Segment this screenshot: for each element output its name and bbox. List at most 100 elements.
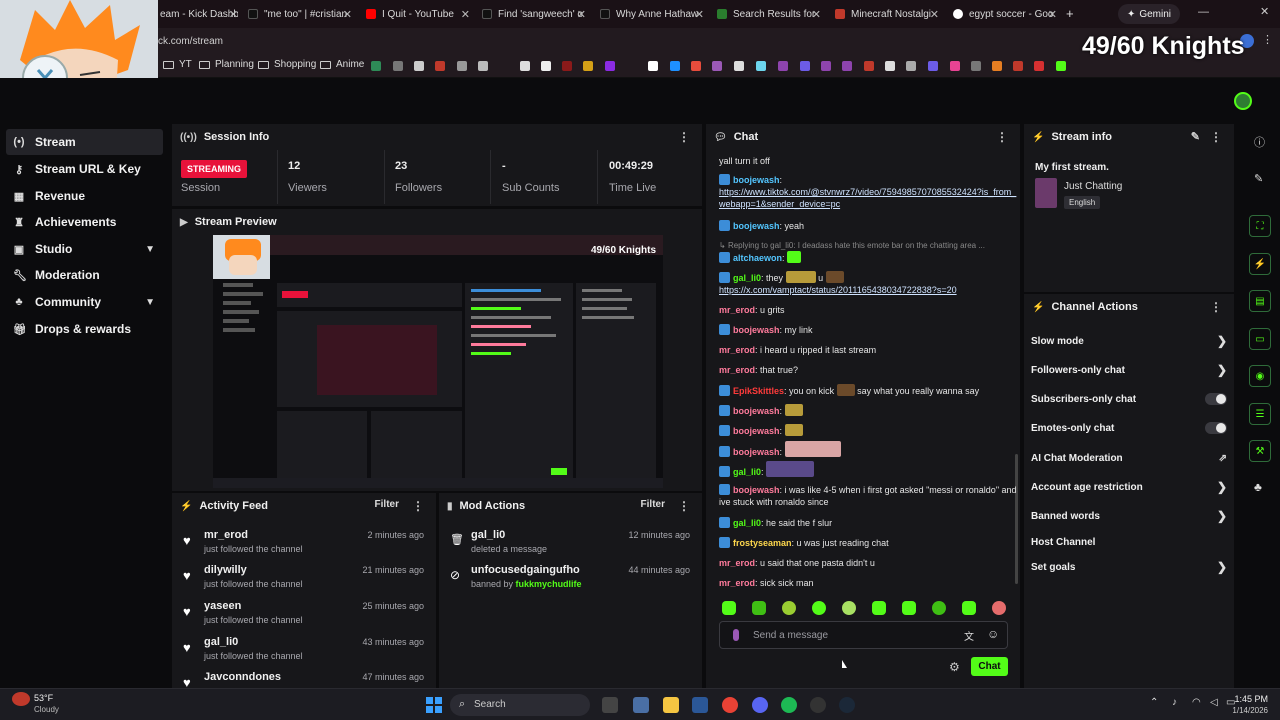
- emote-icon[interactable]: [752, 601, 766, 615]
- bookmark-shopping[interactable]: Shopping: [258, 59, 316, 70]
- bookmark-icon[interactable]: [457, 61, 467, 71]
- emote-icon[interactable]: [902, 601, 916, 615]
- file-explorer-icon[interactable]: [663, 697, 679, 713]
- bookmark-icon[interactable]: [800, 61, 810, 71]
- browser-tab[interactable]: Why Anne Hathaw ✕: [600, 4, 704, 24]
- weather-temp[interactable]: 53°F: [34, 693, 53, 703]
- spotify-icon[interactable]: [781, 697, 797, 713]
- emote-icon[interactable]: [782, 601, 796, 615]
- close-tab-icon[interactable]: ✕: [343, 8, 352, 21]
- chat-username[interactable]: mr_erod: [719, 365, 755, 375]
- chat-username[interactable]: boojewash: [733, 175, 780, 185]
- weather-desc[interactable]: Cloudy: [34, 705, 59, 714]
- list-item[interactable]: ♥ gal_li0 just followed the channel 43 minu…: [172, 636, 436, 672]
- bookmark-planning[interactable]: Planning: [199, 59, 254, 70]
- bookmark-icon[interactable]: [1013, 61, 1023, 71]
- sidebar-item-stream[interactable]: (•) Stream: [6, 129, 163, 155]
- bookmark-icon[interactable]: [648, 61, 658, 71]
- emote-icon[interactable]: [722, 601, 736, 615]
- account-age-restriction-item[interactable]: Account age restriction ❯: [1031, 476, 1227, 498]
- send-chat-button[interactable]: Chat: [971, 657, 1008, 676]
- sidebar-item-revenue[interactable]: ▦ Revenue: [6, 183, 163, 209]
- emote-icon[interactable]: [812, 601, 826, 615]
- bookmark-icon[interactable]: [712, 61, 722, 71]
- chat-username[interactable]: mr_erod: [719, 305, 755, 315]
- browser-tab[interactable]: "me too" | #cristian ✕: [248, 4, 352, 24]
- rail-expand-icon[interactable]: ⛶: [1249, 215, 1271, 237]
- bookmark-icon[interactable]: [906, 61, 916, 71]
- browser-tab[interactable]: egypt soccer - Goo ✕: [953, 4, 1057, 24]
- pencil-icon[interactable]: ✎: [1254, 172, 1263, 185]
- rail-broadcast-icon[interactable]: ◉: [1249, 365, 1271, 387]
- banned-words-item[interactable]: Banned words ❯: [1031, 505, 1227, 527]
- activity-filter-button[interactable]: Filter: [375, 499, 399, 510]
- category-name[interactable]: Just Chatting: [1064, 181, 1122, 192]
- close-tab-icon[interactable]: ✕: [577, 8, 586, 21]
- close-tab-icon[interactable]: ✕: [930, 8, 939, 21]
- ai-chat-moderation-item[interactable]: AI Chat Moderation ⇗: [1031, 447, 1227, 469]
- followers-only-chat-item[interactable]: Followers-only chat ❯: [1031, 359, 1227, 381]
- chat-link[interactable]: https://x.com/vamptact/status/2011165438…: [719, 285, 957, 295]
- emote-icon[interactable]: [872, 601, 886, 615]
- close-tab-icon[interactable]: ✕: [812, 8, 821, 21]
- bookmark-icon[interactable]: [842, 61, 852, 71]
- microphone-icon[interactable]: [733, 629, 739, 641]
- sidebar-item-achievements[interactable]: ♜ Achievements: [6, 209, 163, 235]
- chat-username[interactable]: gal_li0: [733, 467, 761, 477]
- bookmark-yt[interactable]: YT: [163, 59, 192, 70]
- browser-tab[interactable]: Minecraft Nostalgi ✕: [835, 4, 939, 24]
- emote-icon[interactable]: [962, 601, 976, 615]
- mod-filter-button[interactable]: Filter: [641, 499, 665, 510]
- browser-tab[interactable]: Find 'sangweech' o ✕: [482, 4, 586, 24]
- sidebar-item-stream-url-key[interactable]: ⚷ Stream URL & Key: [6, 156, 163, 182]
- more-options-icon[interactable]: ⋮: [678, 499, 690, 513]
- volume-icon[interactable]: ◁: [1210, 697, 1218, 708]
- chrome-icon[interactable]: [722, 697, 738, 713]
- list-item[interactable]: ♥ yaseen just followed the channel 25 minut…: [172, 600, 436, 636]
- list-item[interactable]: ♥ mr_erod just followed the channel 2 minut…: [172, 529, 436, 565]
- more-options-icon[interactable]: ⋮: [1210, 300, 1222, 314]
- emote-icon[interactable]: [842, 601, 856, 615]
- bookmark-icon[interactable]: [583, 61, 593, 71]
- task-view-icon[interactable]: [602, 697, 618, 713]
- windows-start-icon[interactable]: [426, 697, 442, 713]
- wifi-icon[interactable]: ◠: [1192, 697, 1201, 708]
- list-item[interactable]: ♥ Javconndones 47 minutes ago: [172, 671, 436, 688]
- close-tab-icon[interactable]: ✕: [695, 8, 704, 21]
- list-item[interactable]: 🗑︎ gal_li0 deleted a message 12 minutes ago: [439, 529, 702, 565]
- bookmark-icon[interactable]: [1034, 61, 1044, 71]
- chat-username[interactable]: boojewash: [733, 325, 780, 335]
- bookmark-icon[interactable]: [734, 61, 744, 71]
- settings-icon[interactable]: [633, 697, 649, 713]
- chat-username[interactable]: gal_li0: [733, 518, 761, 528]
- category-thumbnail[interactable]: [1035, 178, 1057, 208]
- bookmark-icon[interactable]: [435, 61, 445, 71]
- new-tab-button[interactable]: +: [1066, 6, 1074, 21]
- discord-icon[interactable]: [752, 697, 768, 713]
- more-options-icon[interactable]: ⋮: [996, 130, 1008, 144]
- kick-icon[interactable]: [1056, 61, 1066, 71]
- browser-tab[interactable]: I Quit - YouTube ✕: [366, 4, 470, 24]
- x-icon[interactable]: [885, 61, 895, 71]
- bookmark-icon[interactable]: [562, 61, 572, 71]
- subscribers-only-toggle[interactable]: [1205, 393, 1227, 405]
- weather-icon[interactable]: [12, 692, 30, 706]
- chat-username[interactable]: EpikSkittles: [733, 386, 784, 396]
- chat-username[interactable]: gal_li0: [733, 273, 761, 283]
- clock-time[interactable]: 1:45 PM: [1232, 694, 1268, 704]
- set-goals-item[interactable]: Set goals ❯: [1031, 556, 1227, 578]
- chevron-up-icon[interactable]: ⌃: [1150, 697, 1158, 708]
- edit-icon[interactable]: ✎: [1191, 130, 1200, 143]
- taskbar-search[interactable]: ⌕ Search: [450, 694, 590, 716]
- rail-list-icon[interactable]: ☰: [1249, 403, 1271, 425]
- minimize-icon[interactable]: —: [1198, 6, 1209, 18]
- stream-preview-video[interactable]: 49/60 Knights: [213, 235, 663, 488]
- chat-input-placeholder[interactable]: Send a message: [753, 630, 828, 641]
- bookmark-icon[interactable]: [756, 61, 766, 71]
- store-icon[interactable]: [692, 697, 708, 713]
- chat-username[interactable]: frostyseaman: [733, 538, 792, 548]
- rail-lightning-icon[interactable]: ⚡: [1249, 253, 1271, 275]
- bookmark-icon[interactable]: [371, 61, 381, 71]
- chat-settings-icon[interactable]: ⚙: [949, 660, 960, 674]
- more-options-icon[interactable]: ⋮: [412, 499, 424, 513]
